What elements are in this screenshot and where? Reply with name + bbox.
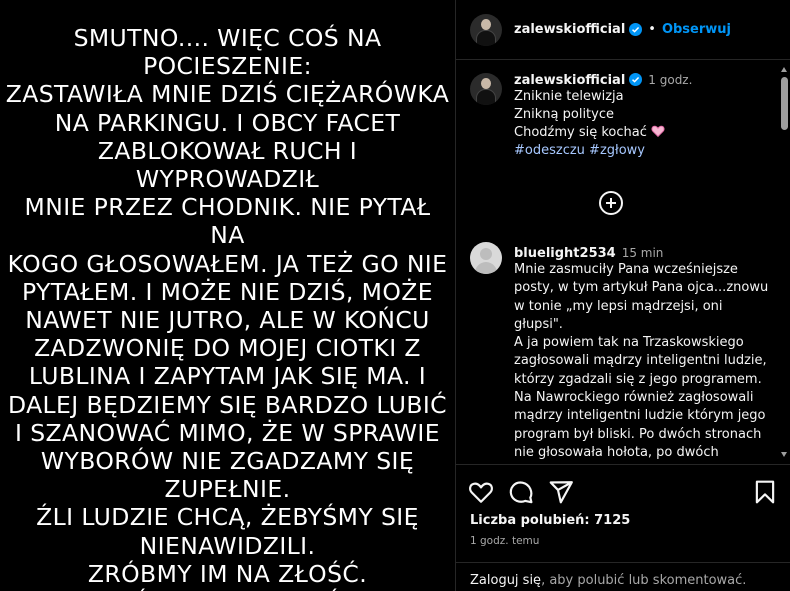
post-image-text: SMUTNO.... WIĘC COŚ NA POCIESZENIE: ZAST… [5,24,450,591]
comments-area[interactable]: zalewskiofficial 1 godz. Zniknie telewizj… [456,61,790,463]
caption-time: 1 godz. [648,73,693,87]
comment-item: bluelight2534 15 min Mnie zasmuciły Pana … [470,242,770,463]
scrollbar-thumb[interactable] [781,77,788,130]
verified-icon [629,23,643,36]
post-actions: Liczba polubień: 7125 1 godz. temu Zalog… [456,464,790,591]
avatar[interactable] [470,73,502,105]
scroll-down-arrow-icon[interactable] [781,452,787,457]
hashtag-link[interactable]: #zgłowy [589,143,645,158]
caption-username[interactable]: zalewskiofficial [514,73,625,88]
plus-circle-icon[interactable] [599,191,623,215]
caption-text: Zniknie telewizja Znikną polityce Chodźm… [514,89,647,140]
login-link[interactable]: Zaloguj się [470,573,541,588]
comment-time: 15 min [621,246,664,260]
comments-scrollbar[interactable] [779,61,789,463]
follow-button[interactable]: Obserwuj [662,22,731,37]
comment-text: Mnie zasmuciły Pana wcześniejsze posty, … [514,262,769,460]
scroll-up-arrow-icon[interactable] [781,67,787,72]
avatar[interactable] [470,242,502,274]
hashtag-link[interactable]: #odeszczu [514,143,585,158]
bookmark-icon[interactable] [752,479,778,505]
posted-time: 1 godz. temu [470,535,540,547]
avatar[interactable] [470,13,502,46]
header-username[interactable]: zalewskiofficial [514,22,625,37]
heart-icon[interactable] [468,479,494,505]
login-prompt: Zaloguj się, aby polubić lub skomentować… [456,562,790,591]
heart-emoji-icon [651,125,665,140]
header-separator: • [648,22,656,37]
share-icon[interactable] [548,479,574,505]
post-sidebar: zalewskiofficial • Obserwuj zalewskioffi… [455,0,790,591]
post-header: zalewskiofficial • Obserwuj [456,0,790,60]
login-prompt-text: , aby polubić lub skomentować. [541,573,747,588]
verified-icon [629,73,643,86]
likes-count[interactable]: Liczba polubień: 7125 [470,513,630,528]
comment-icon[interactable] [508,479,534,505]
post-caption: zalewskiofficial 1 godz. Zniknie telewizj… [470,73,770,160]
comment-username[interactable]: bluelight2534 [514,246,616,261]
post-image: SMUTNO.... WIĘC COŚ NA POCIESZENIE: ZAST… [0,0,455,591]
action-icons-row [468,479,778,505]
